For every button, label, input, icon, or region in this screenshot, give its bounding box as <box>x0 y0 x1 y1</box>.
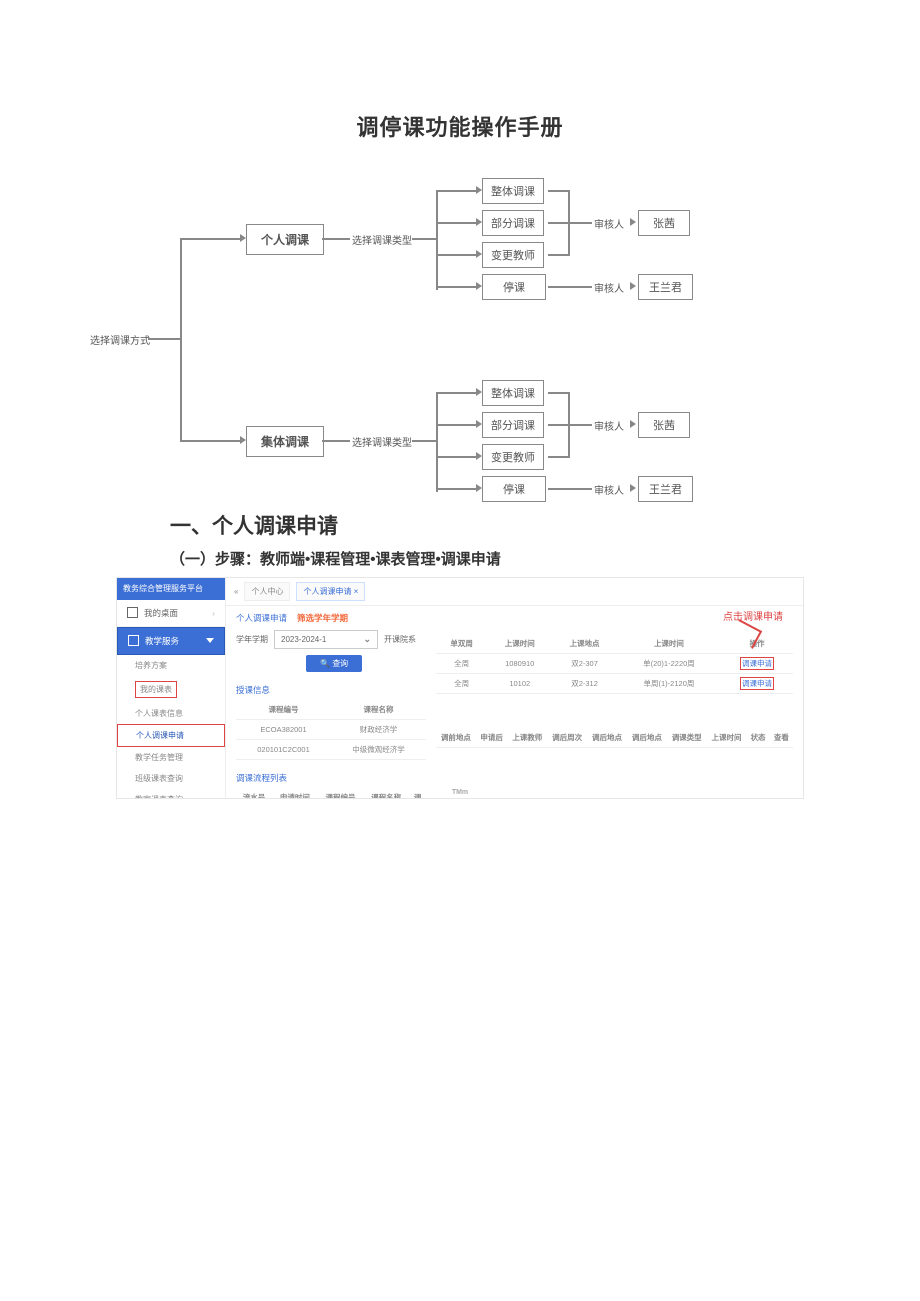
select-hint: 筛选学年学期 <box>297 613 348 623</box>
table-header-row: 调前地点申请后上课教师调后周次调后地点调后地点调课类型上课时间状态查看 <box>436 728 793 748</box>
apply-link[interactable]: 调课申请 <box>740 677 774 690</box>
aux-label: 开课院系 <box>384 634 416 645</box>
b2-type-0: 整体调课 <box>482 380 544 406</box>
table-row: 全周 1080910 双2-307 单(20)1-2220周 调课申请 <box>436 654 793 674</box>
content-area: « 个人中心 个人调课申请 × 个人调课申请筛选学年学期 学年学期 2023-2… <box>226 578 803 798</box>
flow-diagram: 选择调课方式 个人调课 选择调课类型 整体调课 部分调课 变更教师 停课 审核人… <box>120 182 830 492</box>
b1-reviewer-0: 张茜 <box>638 210 690 236</box>
sidebar-sub-4[interactable]: 教室课表查询 <box>117 789 225 799</box>
sidebar-sub-2[interactable]: 教学任务管理 <box>117 747 225 768</box>
result-pane: 点击调课申请 单双周上课时间上课地点上课时间操作 全周 1080910 双2-3… <box>436 612 793 799</box>
sidebar: 教务综合管理服务平台 我的桌面 › 教学服务 培养方案 我的课表 个人课表信息 … <box>117 578 226 798</box>
branch1-edge-label: 选择调课类型 <box>352 232 412 247</box>
b2-type-1: 部分调课 <box>482 412 544 438</box>
apply-link[interactable]: 调课申请 <box>740 657 774 670</box>
b1-reviewer-lbl-1: 审核人 <box>594 280 624 295</box>
system-title: 教务综合管理服务平台 <box>117 578 225 600</box>
b1-reviewer-lbl-0: 审核人 <box>594 216 624 231</box>
table-header-row: 流水号申请时间课程编号课程名称调 <box>236 788 426 799</box>
sidebar-sub-boxed[interactable]: 我的课表 <box>117 676 225 703</box>
b2-reviewer-0: 张茜 <box>638 412 690 438</box>
chevron-down-icon: ⌄ <box>363 634 371 645</box>
b1-type-0: 整体调课 <box>482 178 544 204</box>
course-table: 课程编号 课程名称 ECOA382001财政经济学 020101C2C001中级… <box>236 700 426 760</box>
tab-bar: « 个人中心 个人调课申请 × <box>226 578 803 606</box>
b2-reviewer-1: 王兰君 <box>638 476 693 502</box>
b2-reviewer-lbl-0: 审核人 <box>594 418 624 433</box>
table-row[interactable]: ECOA382001财政经济学 <box>236 720 426 740</box>
result-table: 单双周上课时间上课地点上课时间操作 全周 1080910 双2-307 单(20… <box>436 634 793 694</box>
sidebar-item-teaching[interactable]: 教学服务 <box>117 627 225 655</box>
tab-current[interactable]: 个人调课申请 × <box>296 582 365 601</box>
table-row: 全周 10102 双2-312 单周(1)-2120周 调课申请 <box>436 674 793 694</box>
chevron-down-icon <box>206 638 214 643</box>
apps-icon <box>127 607 138 618</box>
sidebar-item-label: 教学服务 <box>145 635 179 647</box>
table-row[interactable]: 020101C2C001中级微观经济学 <box>236 740 426 760</box>
footer-mark: TMm <box>452 789 468 796</box>
table-header-row: 课程编号 课程名称 <box>236 700 426 720</box>
sidebar-sub-apply[interactable]: 个人调课申请 <box>117 724 225 747</box>
apply-section-title: 调课流程列表 <box>236 772 426 784</box>
field-label: 学年学期 <box>236 634 268 645</box>
boxed-link[interactable]: 我的课表 <box>135 681 177 698</box>
filter-pane: 个人调课申请筛选学年学期 学年学期 2023-2024-1 ⌄ 开课院系 🔍 查… <box>236 612 426 799</box>
root-label: 选择调课方式 <box>90 332 150 347</box>
search-button[interactable]: 🔍 查询 <box>306 655 362 672</box>
b1-reviewer-1: 王兰君 <box>638 274 693 300</box>
sidebar-sub-3[interactable]: 班级课表查询 <box>117 768 225 789</box>
apps-icon <box>128 635 139 646</box>
branch2-edge-label: 选择调课类型 <box>352 434 412 449</box>
b1-type-2: 变更教师 <box>482 242 544 268</box>
sidebar-item-label: 我的桌面 <box>144 607 178 619</box>
doc-title: 调停课功能操作手册 <box>0 0 920 142</box>
sidebar-item-desktop[interactable]: 我的桌面 › <box>117 600 225 627</box>
b2-type-2: 变更教师 <box>482 444 544 470</box>
form-title: 个人调课申请筛选学年学期 <box>236 612 426 624</box>
course-section-title: 授课信息 <box>236 684 426 696</box>
callout-text: 点击调课申请 <box>723 608 783 623</box>
branch1-box: 个人调课 <box>246 224 324 255</box>
tab-back[interactable]: « <box>234 587 238 596</box>
b2-type-3: 停课 <box>482 476 546 502</box>
b1-type-3: 停课 <box>482 274 546 300</box>
b1-type-1: 部分调课 <box>482 210 544 236</box>
section-1-sub: （一）步骤：教师端•课程管理•课表管理•调课申请 <box>170 548 920 569</box>
app-screenshot: 教务综合管理服务平台 我的桌面 › 教学服务 培养方案 我的课表 个人课表信息 … <box>116 577 804 799</box>
semester-select[interactable]: 2023-2024-1 ⌄ <box>274 630 378 649</box>
select-value: 2023-2024-1 <box>281 635 326 644</box>
tab-home[interactable]: 个人中心 <box>244 582 290 601</box>
b2-reviewer-lbl-1: 审核人 <box>594 482 624 497</box>
sidebar-sub-plan[interactable]: 培养方案 <box>117 655 225 676</box>
section-1-heading: 一、个人调课申请 <box>170 510 920 540</box>
col-header: 课程名称 <box>331 700 426 720</box>
col-header: 课程编号 <box>236 700 331 720</box>
apply-table-right: 调前地点申请后上课教师调后周次调后地点调后地点调课类型上课时间状态查看 <box>436 728 793 748</box>
branch2-box: 集体调课 <box>246 426 324 457</box>
sidebar-sub-0[interactable]: 个人课表信息 <box>117 703 225 724</box>
apply-table-left: 流水号申请时间课程编号课程名称调 <box>236 788 426 799</box>
